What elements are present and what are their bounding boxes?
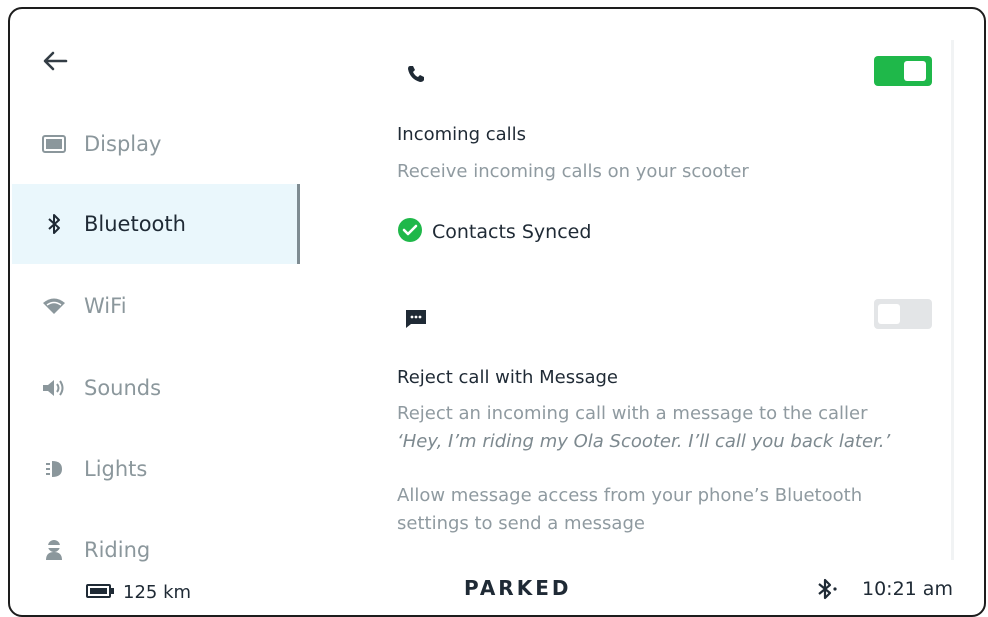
wifi-icon	[40, 297, 68, 315]
reject-message-title: Reject call with Message	[397, 367, 618, 388]
sidebar-item-display[interactable]: Display	[12, 104, 300, 184]
range-value: 125 km	[123, 582, 192, 603]
clock: 10:21 am	[862, 578, 953, 600]
sidebar-item-bluetooth[interactable]: Bluetooth	[12, 184, 300, 264]
sidebar-item-wifi[interactable]: WiFi	[12, 266, 300, 346]
display-icon	[40, 135, 68, 153]
contacts-synced-label: Contacts Synced	[432, 221, 592, 243]
incoming-calls-title: Incoming calls	[397, 124, 527, 145]
message-icon	[405, 309, 427, 333]
sidebar-item-label: Display	[84, 132, 162, 156]
battery-range: 125 km	[86, 582, 191, 603]
toggle-knob	[878, 304, 900, 324]
toggle-knob	[904, 61, 926, 81]
sidebar-item-label: Sounds	[84, 376, 162, 400]
vehicle-state: PARKED	[464, 576, 572, 600]
reject-message-text: ‘Hey, I’m riding my Ola Scooter. I’ll ca…	[397, 431, 891, 452]
sidebar-item-label: Bluetooth	[84, 212, 186, 236]
bluetooth-status-icon	[814, 576, 842, 606]
bluetooth-icon	[40, 212, 68, 236]
message-access-note-line1: Allow message access from your phone’s B…	[397, 485, 863, 506]
contacts-synced-status: Contacts Synced	[397, 217, 591, 247]
message-access-note-line2: settings to send a message	[397, 513, 645, 534]
sidebar-item-label: Lights	[84, 457, 148, 481]
back-arrow-icon[interactable]	[40, 46, 70, 76]
sidebar-item-label: Riding	[84, 538, 151, 562]
sidebar-item-label: WiFi	[84, 294, 127, 318]
battery-icon	[86, 583, 114, 602]
speaker-icon	[40, 378, 68, 398]
check-circle-icon	[397, 217, 423, 247]
reject-message-description: Reject an incoming call with a message t…	[397, 403, 868, 424]
status-bar: 125 km PARKED 10:21 am	[0, 568, 988, 604]
phone-icon	[406, 64, 426, 88]
sidebar-item-lights[interactable]: Lights	[12, 429, 300, 509]
incoming-calls-toggle[interactable]	[874, 56, 932, 86]
sidebar-item-sounds[interactable]: Sounds	[12, 348, 300, 428]
incoming-calls-description: Receive incoming calls on your scooter	[397, 161, 749, 182]
scrollbar[interactable]	[951, 40, 954, 560]
light-icon	[40, 459, 68, 479]
riding-icon	[40, 538, 68, 562]
reject-message-toggle[interactable]	[874, 299, 932, 329]
